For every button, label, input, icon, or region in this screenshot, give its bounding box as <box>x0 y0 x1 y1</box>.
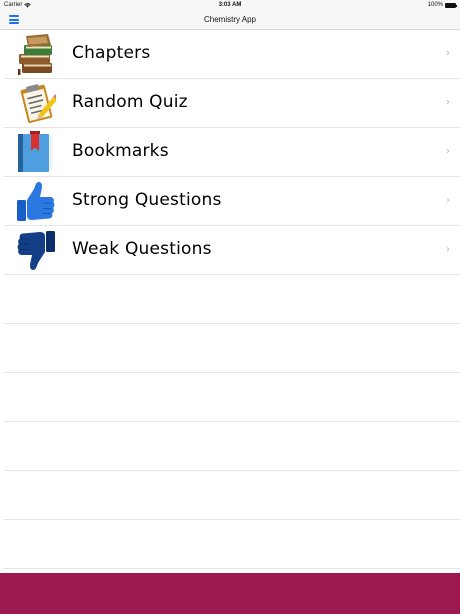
menu-list: Chapters › Random Quiz › Bookmarks › Str… <box>0 30 460 569</box>
battery-icon <box>445 2 457 8</box>
menu-item-label: Chapters <box>72 43 151 63</box>
menu-item-label: Random Quiz <box>72 92 188 112</box>
footer-band <box>0 573 460 614</box>
chevron-right-icon: › <box>446 146 450 157</box>
thumbs-down-icon <box>17 231 55 270</box>
menu-item-label: Weak Questions <box>72 239 212 259</box>
thumbs-up-icon <box>17 182 55 221</box>
empty-row <box>4 324 460 373</box>
quiz-clipboard-icon <box>20 84 56 123</box>
chevron-right-icon: › <box>446 195 450 206</box>
books-icon <box>18 34 52 75</box>
page-title: Chemistry App <box>203 15 257 24</box>
status-time: 3:03 AM <box>218 2 242 8</box>
menu-item-strong-questions[interactable]: Strong Questions › <box>4 177 460 226</box>
chevron-right-icon: › <box>446 97 450 108</box>
battery-percent: 100% <box>427 2 443 8</box>
empty-row <box>4 422 460 471</box>
menu-item-bookmarks[interactable]: Bookmarks › <box>4 128 460 177</box>
status-bar: Carrier 3:03 AM 100% <box>0 0 460 10</box>
menu-item-label: Strong Questions <box>72 190 222 210</box>
menu-item-label: Bookmarks <box>72 141 169 161</box>
chevron-right-icon: › <box>446 48 450 59</box>
menu-item-chapters[interactable]: Chapters › <box>4 30 460 79</box>
empty-row <box>4 471 460 520</box>
battery-indicator: 100% <box>427 2 457 8</box>
bookmark-book-icon <box>18 131 53 172</box>
battery-fill <box>446 3 455 7</box>
menu-item-random-quiz[interactable]: Random Quiz › <box>4 79 460 128</box>
empty-row <box>4 373 460 422</box>
nav-bar: Chemistry App <box>0 10 460 30</box>
empty-row <box>4 520 460 569</box>
empty-row <box>4 275 460 324</box>
menu-item-weak-questions[interactable]: Weak Questions › <box>4 226 460 275</box>
chevron-right-icon: › <box>446 244 450 255</box>
